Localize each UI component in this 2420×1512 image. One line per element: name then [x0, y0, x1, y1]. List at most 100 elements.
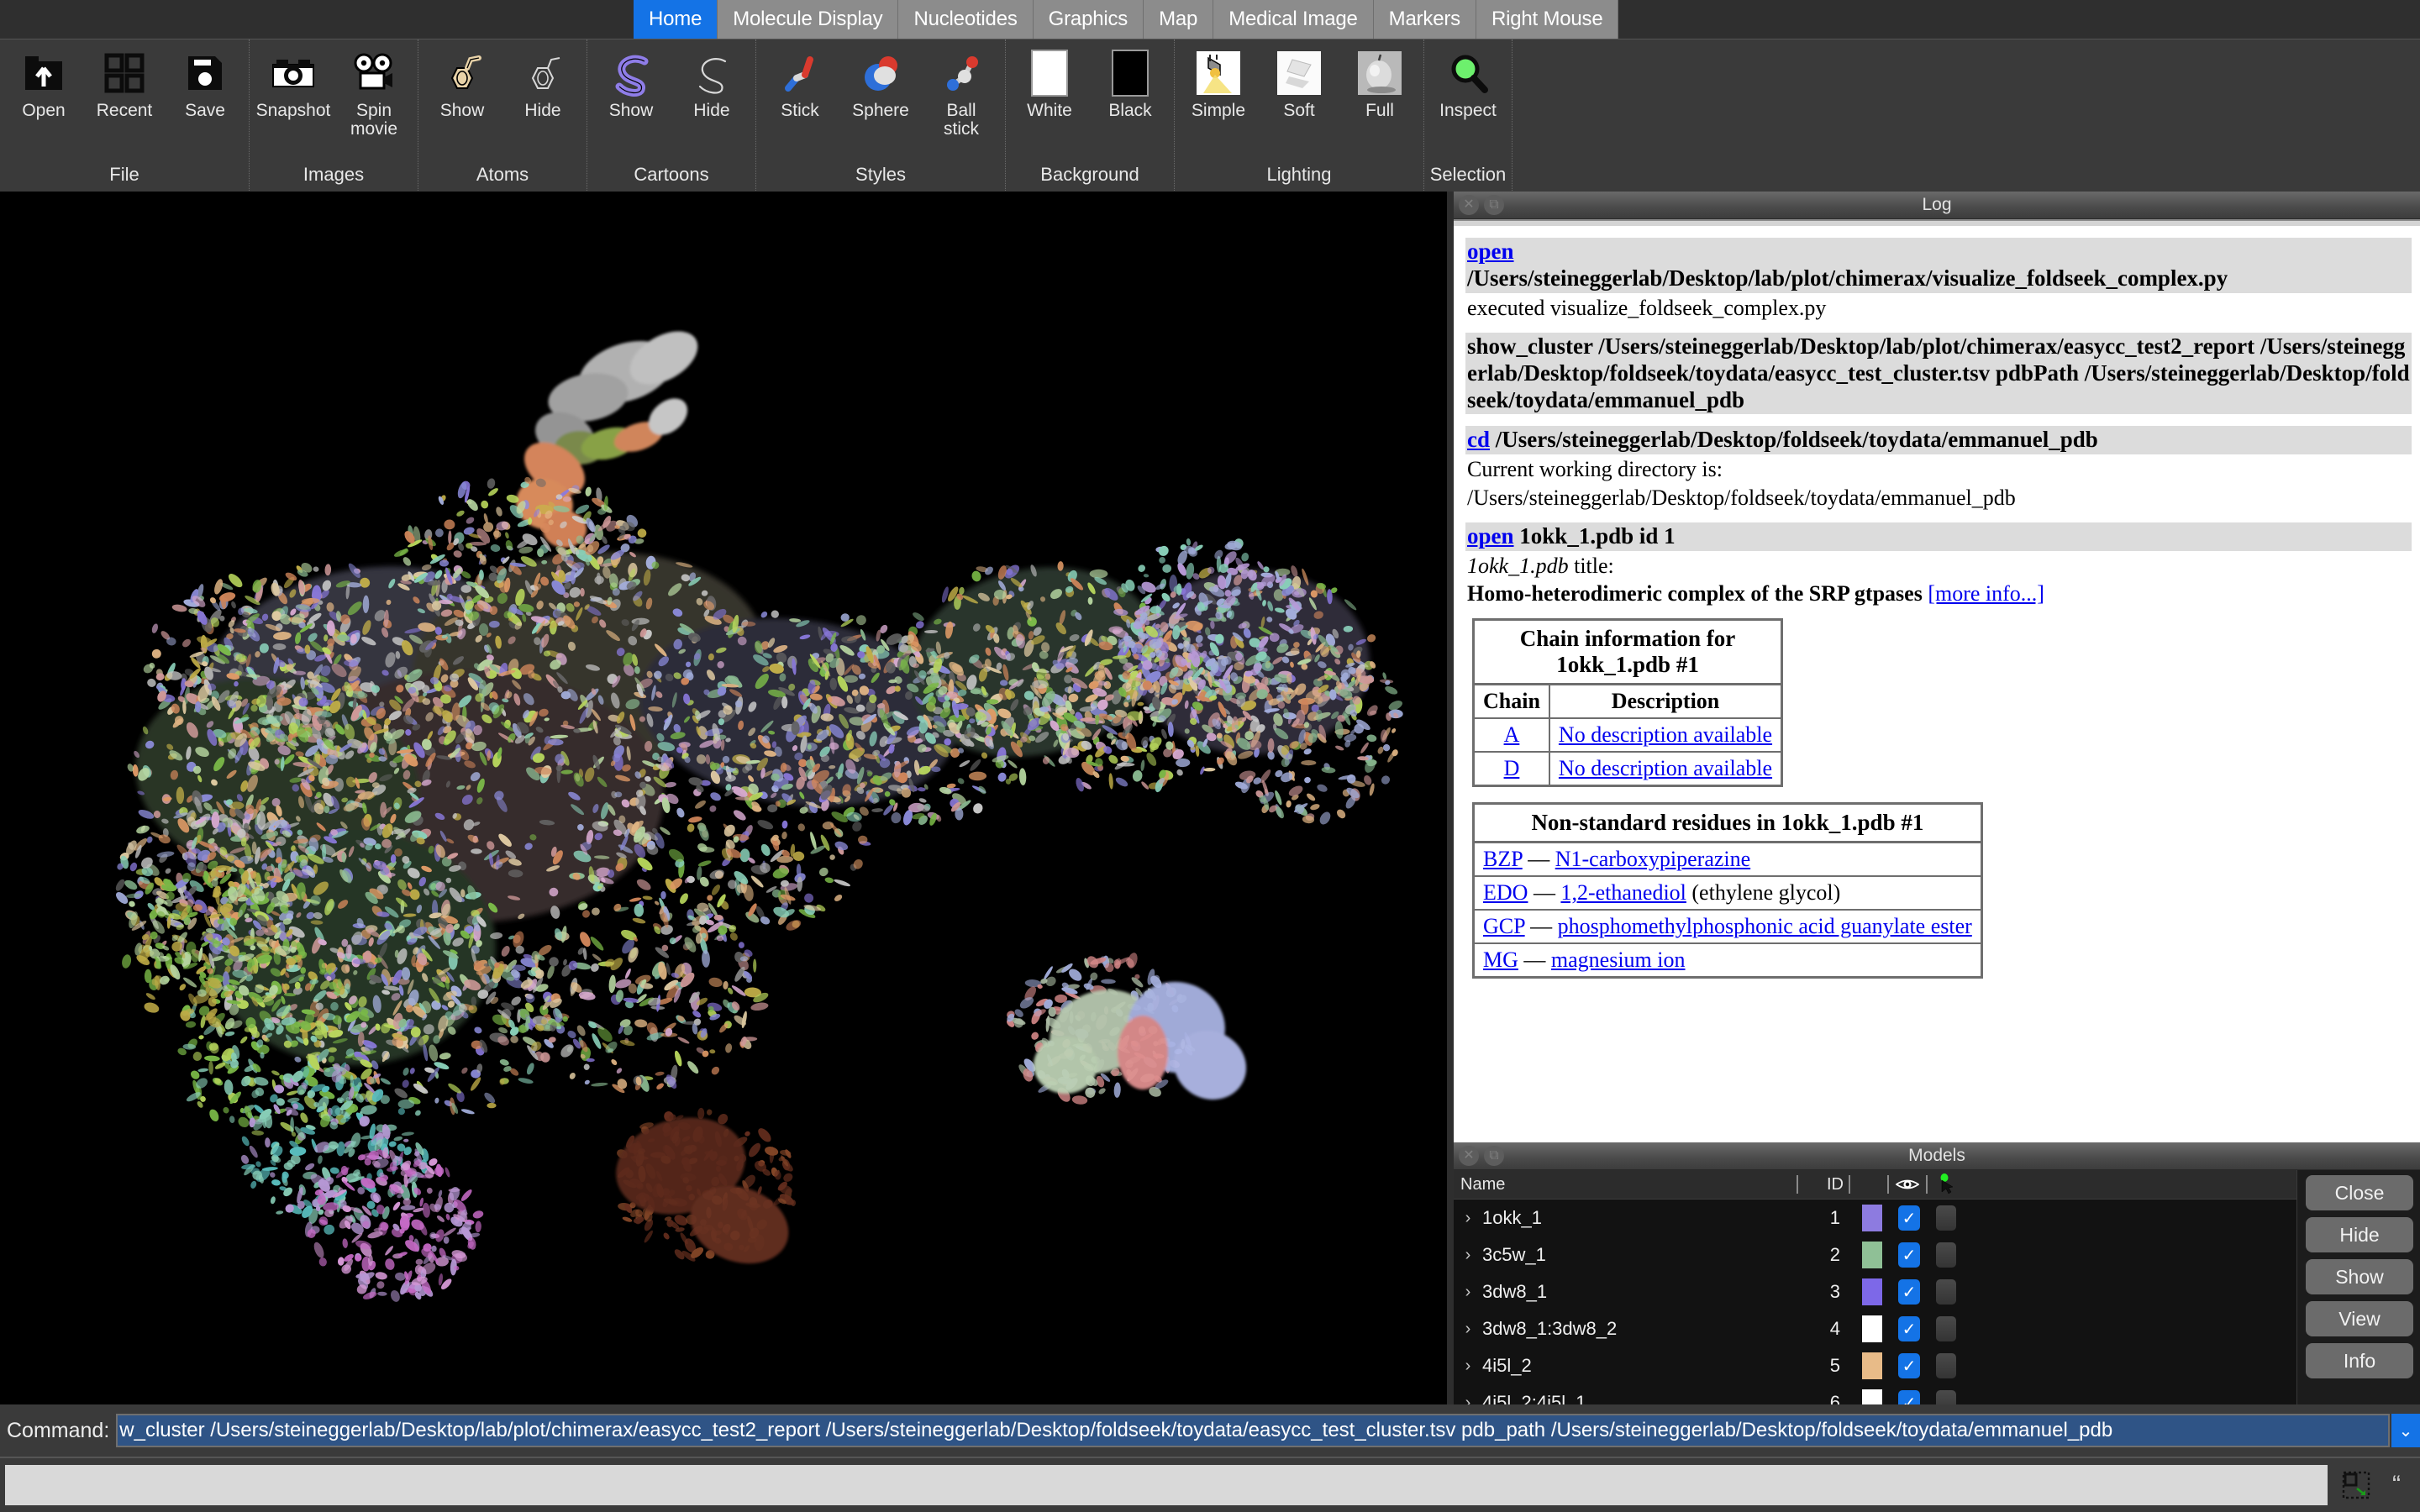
models-col-name[interactable]: Name	[1454, 1175, 1797, 1194]
tab-medical-image[interactable]: Medical Image	[1213, 0, 1374, 39]
models-col-id[interactable]: ID	[1798, 1175, 1849, 1194]
model-color-swatch[interactable]	[1854, 1242, 1891, 1268]
model-select-checkbox[interactable]	[1928, 1279, 1965, 1305]
residue-code-link[interactable]: MG	[1483, 948, 1518, 972]
model-row[interactable]: › 3dw8_1:3dw8_2 4 ✓	[1454, 1310, 2296, 1347]
model-row[interactable]: › 4i5l_2 5 ✓	[1454, 1347, 2296, 1384]
cartoon-hide-icon	[688, 50, 735, 97]
ribbon-button-white-background[interactable]: White	[1009, 50, 1090, 120]
tab-home[interactable]: Home	[634, 0, 718, 39]
model-row[interactable]: › 3dw8_1 3 ✓	[1454, 1273, 2296, 1310]
viewport-panel-splitter[interactable]	[1447, 192, 1454, 1404]
model-color-swatch[interactable]	[1854, 1315, 1891, 1342]
expand-chevron-icon[interactable]: ›	[1454, 1394, 1482, 1406]
model-row[interactable]: › 4i5l_2:4i5l_1 6 ✓	[1454, 1384, 2296, 1405]
tab-graphics[interactable]: Graphics	[1033, 0, 1144, 39]
hide-button[interactable]: Hide	[2306, 1217, 2413, 1252]
model-row[interactable]: › 1okk_1 1 ✓	[1454, 1200, 2296, 1236]
model-select-checkbox[interactable]	[1928, 1242, 1965, 1268]
close-button[interactable]: Close	[2306, 1175, 2413, 1210]
info-button[interactable]: Info	[2306, 1343, 2413, 1378]
command-history-dropdown-icon[interactable]: ⌄	[2391, 1414, 2420, 1447]
chain-link[interactable]: D	[1504, 756, 1520, 780]
model-color-swatch[interactable]	[1854, 1278, 1891, 1305]
model-visibility-checkbox[interactable]: ✓	[1891, 1242, 1928, 1268]
models-float-icon[interactable]: ⧉	[1484, 1146, 1504, 1166]
expand-chevron-icon[interactable]: ›	[1454, 1209, 1482, 1228]
expand-chevron-icon[interactable]: ›	[1454, 1246, 1482, 1265]
ribbon-button-recent-file[interactable]: Recent	[84, 50, 165, 120]
more-info-link[interactable]: [more info...]	[1928, 581, 2044, 606]
model-select-checkbox[interactable]	[1928, 1353, 1965, 1378]
residue-name-link[interactable]: phosphomethylphosphonic acid guanylate e…	[1558, 914, 1972, 938]
quote-icon[interactable]: “	[2378, 1467, 2415, 1504]
ribbon-button-hide-atoms[interactable]: Hide	[502, 50, 583, 120]
models-close-icon[interactable]: ✕	[1459, 1146, 1479, 1166]
ribbon-button-label: Open	[22, 101, 66, 120]
description-link[interactable]: No description available	[1559, 722, 1772, 747]
ribbon-button-sphere-styles[interactable]: Sphere	[840, 50, 921, 120]
model-color-swatch[interactable]	[1854, 1389, 1891, 1405]
log-command-link[interactable]: open	[1467, 239, 1514, 264]
tab-molecule-display[interactable]: Molecule Display	[718, 0, 899, 39]
chain-link[interactable]: A	[1504, 722, 1520, 747]
model-row[interactable]: › 3c5w_1 2 ✓	[1454, 1236, 2296, 1273]
log-command-line: open 1okk_1.pdb id 1	[1465, 522, 2412, 551]
ribbon-button-full-lighting[interactable]: Full	[1339, 50, 1420, 120]
residue-name-link[interactable]: 1,2-ethanediol	[1560, 880, 1686, 905]
model-select-checkbox[interactable]	[1928, 1316, 1965, 1341]
ribbon-button-hide-cartoons[interactable]: Hide	[671, 50, 752, 120]
view-button[interactable]: View	[2306, 1301, 2413, 1336]
model-visibility-checkbox[interactable]: ✓	[1891, 1205, 1928, 1231]
residue-code-link[interactable]: GCP	[1483, 914, 1525, 938]
description-link[interactable]: No description available	[1559, 756, 1772, 780]
ribbon-button-soft-lighting[interactable]: Soft	[1259, 50, 1339, 120]
log-open-link[interactable]: open	[1467, 523, 1514, 549]
tab-nucleotides[interactable]: Nucleotides	[898, 0, 1034, 39]
models-body: Name ID › 1okk_1 1 ✓ › 3c5w_1 2 ✓ › 3dw8…	[1454, 1170, 2420, 1405]
ribbon-button-simple-lighting[interactable]: Simple	[1178, 50, 1259, 120]
command-input[interactable]: w_cluster /Users/steineggerlab/Desktop/l…	[116, 1414, 2390, 1447]
ribbon-button-inspect-selection[interactable]: Inspect	[1428, 50, 1508, 120]
log-cd-link[interactable]: cd	[1467, 427, 1490, 452]
eye-icon[interactable]	[1889, 1177, 1926, 1192]
expand-chevron-icon[interactable]: ›	[1454, 1357, 1482, 1376]
ribbon-button-open-file[interactable]: Open	[3, 50, 84, 120]
expand-chevron-icon[interactable]: ›	[1454, 1283, 1482, 1302]
tab-markers[interactable]: Markers	[1373, 0, 1476, 39]
select-icon[interactable]	[1928, 1173, 1965, 1195]
ribbon-button-spin-movie-images[interactable]: Spin movie	[334, 50, 414, 139]
model-select-checkbox[interactable]	[1928, 1390, 1965, 1405]
ribbon-button-save-file[interactable]: Save	[165, 50, 245, 120]
model-color-swatch[interactable]	[1854, 1352, 1891, 1379]
ribbon-button-stick-styles[interactable]: Stick	[760, 50, 840, 120]
ribbon-button-black-background[interactable]: Black	[1090, 50, 1171, 120]
molecular-viewport[interactable]	[0, 192, 1447, 1404]
ribbon-button-ball-stick-styles[interactable]: Ball stick	[921, 50, 1002, 139]
model-visibility-checkbox[interactable]: ✓	[1891, 1279, 1928, 1305]
ribbon-button-show-cartoons[interactable]: Show	[591, 50, 671, 120]
log-content[interactable]: open /Users/steineggerlab/Desktop/lab/pl…	[1454, 226, 2420, 1145]
atoms-hide-icon	[519, 50, 566, 97]
tab-map[interactable]: Map	[1144, 0, 1214, 39]
model-color-swatch[interactable]	[1854, 1205, 1891, 1231]
log-close-icon[interactable]: ✕	[1459, 195, 1479, 215]
residue-code-link[interactable]: BZP	[1483, 847, 1523, 871]
chain-table-caption: Chain information for 1okk_1.pdb #1	[1472, 617, 1784, 683]
model-visibility-checkbox[interactable]: ✓	[1891, 1390, 1928, 1405]
ribbon-button-snapshot-images[interactable]: Snapshot	[253, 50, 334, 120]
show-button[interactable]: Show	[2306, 1259, 2413, 1294]
residue-code-link[interactable]: EDO	[1483, 880, 1528, 905]
expand-chevron-icon[interactable]: ›	[1454, 1320, 1482, 1339]
chain-cell: A	[1472, 717, 1550, 753]
model-select-checkbox[interactable]	[1928, 1205, 1965, 1231]
ribbon-button-show-atoms[interactable]: Show	[422, 50, 502, 120]
log-float-icon[interactable]: ⧉	[1484, 195, 1504, 215]
residue-name-link[interactable]: magnesium ion	[1551, 948, 1686, 972]
dash: —	[1523, 947, 1546, 972]
residue-name-link[interactable]: N1-carboxypiperazine	[1555, 847, 1750, 871]
model-visibility-checkbox[interactable]: ✓	[1891, 1353, 1928, 1378]
resize-icon[interactable]	[2338, 1467, 2375, 1504]
tab-right-mouse[interactable]: Right Mouse	[1476, 0, 1619, 39]
model-visibility-checkbox[interactable]: ✓	[1891, 1316, 1928, 1341]
